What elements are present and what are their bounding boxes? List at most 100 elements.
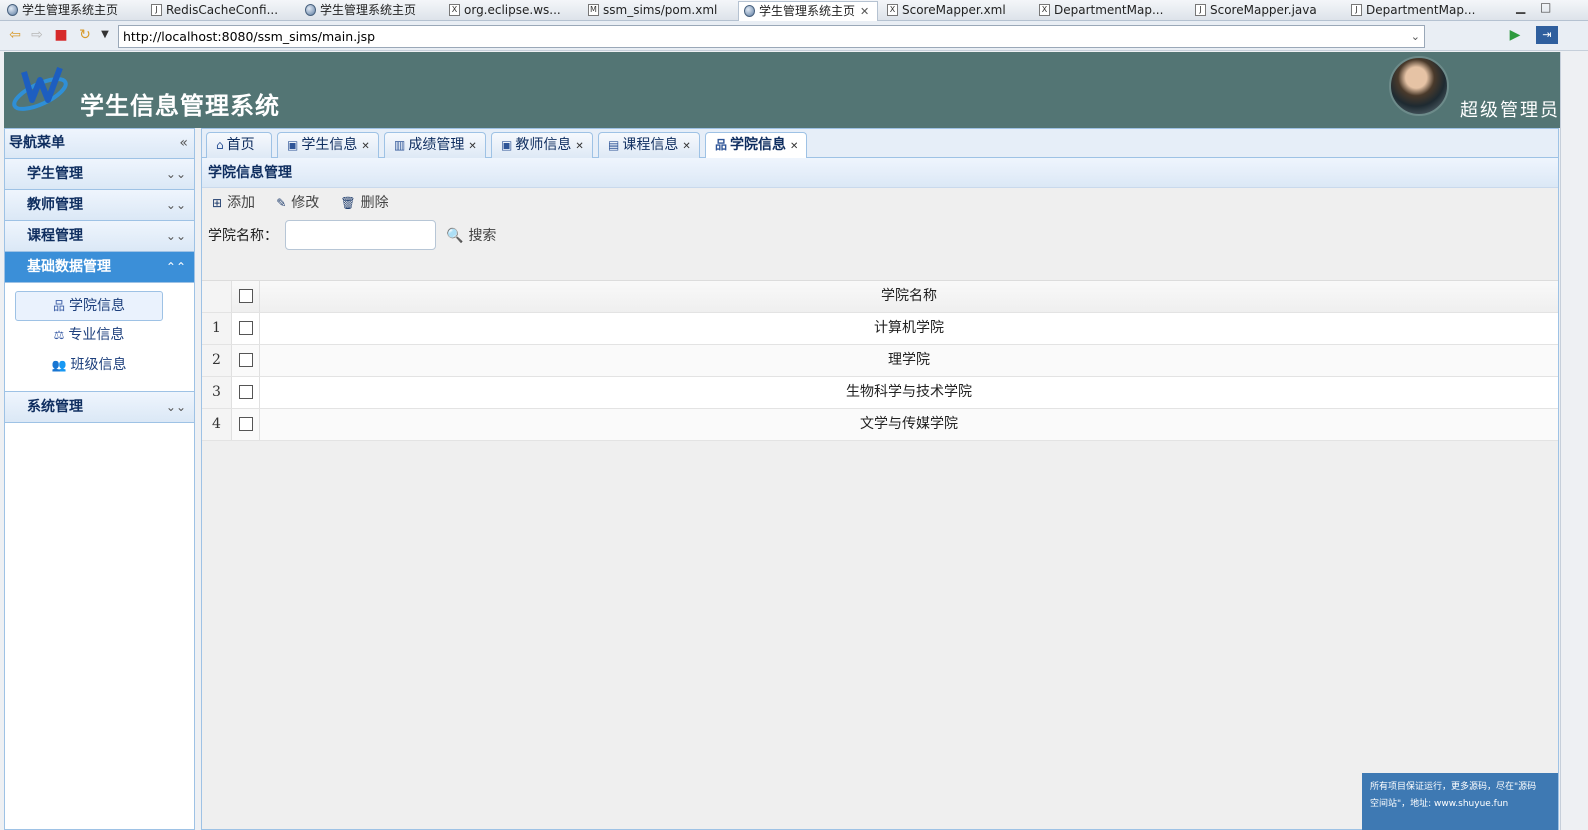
table-row[interactable]: 2 理学院 xyxy=(202,345,1558,377)
stop-icon[interactable]: ■ xyxy=(52,26,70,44)
editor-tab[interactable]: J RedisCacheConfi... xyxy=(146,1,296,21)
avatar xyxy=(1389,56,1449,116)
open-external-icon[interactable]: ⇥ xyxy=(1536,26,1558,44)
sidebar: 导航菜单 « 学生管理 ⌄⌄ 教师管理 ⌄⌄ 课程管理 ⌄⌄ 基础数据管理 ⌃⌃… xyxy=(4,128,195,830)
java-file-icon: J xyxy=(1351,4,1362,16)
edit-icon: ✎ xyxy=(276,196,287,210)
watermark-notice: 所有项目保证运行，更多源码，尽在"源码 空间站"，地址: www.shuyue.… xyxy=(1362,773,1558,830)
college-table: 学院名称 1 计算机学院 2 理学院 3 生物科学与技术学院 4 文学与传媒学院 xyxy=(202,280,1558,441)
editor-tab[interactable]: 学生管理系统主页 xyxy=(2,1,142,21)
tab-student-info[interactable]: ▣ 学生信息 ✕ xyxy=(277,132,379,159)
edit-button[interactable]: ✎ 修改 xyxy=(276,188,319,218)
window-edge xyxy=(1560,52,1588,830)
row-number: 4 xyxy=(202,409,232,440)
trash-icon: 🗑 xyxy=(340,196,356,210)
sidebar-item-teacher[interactable]: 教师管理 ⌄⌄ xyxy=(5,190,194,221)
editor-tab[interactable]: X DepartmentMap... xyxy=(1034,1,1186,21)
chevron-double-down-icon: ⌄⌄ xyxy=(165,400,186,414)
notice-line: 所有项目保证运行，更多源码，尽在"源码 xyxy=(1370,782,1537,792)
column-header-college-name[interactable]: 学院名称 xyxy=(260,281,1558,312)
bar-chart-icon: ▥ xyxy=(394,138,406,152)
tab-college-info[interactable]: 品学院信息 ✕ xyxy=(705,132,807,159)
id-card-icon: ▣ xyxy=(287,138,299,152)
select-all-checkbox[interactable] xyxy=(239,289,253,303)
checkbox-cell xyxy=(232,313,260,344)
sidebar-subitem-class[interactable]: 👥 班级信息 xyxy=(15,351,163,381)
sidebar-submenu: 品学院信息 ⚖ 专业信息 👥 班级信息 xyxy=(5,283,194,392)
college-name-input[interactable] xyxy=(285,220,436,250)
search-icon: 🔍 xyxy=(446,228,464,244)
sidebar-header: 导航菜单 « xyxy=(5,129,194,159)
row-number-header xyxy=(202,281,232,312)
table-row[interactable]: 1 计算机学院 xyxy=(202,313,1558,345)
sidebar-item-system[interactable]: 系统管理 ⌄⌄ xyxy=(5,392,194,423)
xml-file-icon: X xyxy=(887,4,898,16)
editor-tab[interactable]: X ScoreMapper.xml xyxy=(882,1,1030,21)
close-icon[interactable]: ✕ xyxy=(361,141,369,152)
sitemap-icon: 品 xyxy=(715,138,728,152)
row-number: 3 xyxy=(202,377,232,408)
refresh-icon[interactable]: ↻ xyxy=(76,26,94,44)
sidebar-subitem-college[interactable]: 品学院信息 xyxy=(15,291,163,321)
globe-icon xyxy=(744,5,755,17)
editor-tab[interactable]: Xorg.eclipse.ws... xyxy=(444,1,580,21)
browser-toolbar: ⇦ ⇨ ■ ↻ ▼ http://localhost:8080/ssm_sims… xyxy=(0,21,1588,51)
row-checkbox[interactable] xyxy=(239,353,253,367)
go-icon[interactable]: ▶ xyxy=(1506,26,1524,44)
url-bar[interactable]: http://localhost:8080/ssm_sims/main.jsp … xyxy=(118,25,1425,48)
checkbox-cell xyxy=(232,281,260,312)
sidebar-item-label: 系统管理 xyxy=(27,399,83,415)
minimize-icon[interactable]: ▁ xyxy=(1516,0,1525,14)
sidebar-item-label: 教师管理 xyxy=(27,197,83,213)
dropdown-arrow-icon[interactable]: ▼ xyxy=(96,26,114,44)
close-icon[interactable]: ✕ xyxy=(682,141,690,152)
search-button[interactable]: 🔍 搜索 xyxy=(446,225,496,245)
app-header: 学生信息管理系统 超级管理员 xyxy=(4,52,1560,128)
close-icon[interactable]: ✕ xyxy=(860,5,869,18)
tab-bar: ⌂ 首页 ▣ 学生信息 ✕ ▥ 成绩管理 ✕ ▣ 教师信息 ✕ ▤ 课程信息 ✕ 品学院信息 ✕ xyxy=(201,128,1559,159)
close-icon[interactable]: ✕ xyxy=(790,141,798,152)
xml-file-icon: X xyxy=(1039,4,1050,16)
row-checkbox[interactable] xyxy=(239,385,253,399)
sidebar-item-student[interactable]: 学生管理 ⌄⌄ xyxy=(5,159,194,190)
delete-button[interactable]: 🗑 删除 xyxy=(340,188,388,218)
editor-tab-active[interactable]: 学生管理系统主页 ✕ xyxy=(738,1,878,21)
row-checkbox[interactable] xyxy=(239,417,253,431)
add-button[interactable]: ⊞ 添加 xyxy=(212,188,255,218)
sidebar-subitem-major[interactable]: ⚖ 专业信息 xyxy=(15,321,163,351)
tab-course-info[interactable]: ▤ 课程信息 ✕ xyxy=(598,132,700,159)
checkbox-cell xyxy=(232,377,260,408)
college-name-cell: 生物科学与技术学院 xyxy=(846,384,972,400)
editor-tab[interactable]: 学生管理系统主页 xyxy=(300,1,440,21)
checkbox-cell xyxy=(232,345,260,376)
tab-teacher-info[interactable]: ▣ 教师信息 ✕ xyxy=(491,132,593,159)
editor-tab-strip: 学生管理系统主页 J RedisCacheConfi... 学生管理系统主页 Xo… xyxy=(0,0,1588,21)
table-row[interactable]: 4 文学与传媒学院 xyxy=(202,409,1558,441)
close-icon[interactable]: ✕ xyxy=(575,141,583,152)
maximize-icon[interactable]: □ xyxy=(1540,0,1551,14)
tab-score[interactable]: ▥ 成绩管理 ✕ xyxy=(384,132,486,159)
editor-tab[interactable]: J ScoreMapper.java xyxy=(1190,1,1342,21)
search-row: 学院名称： 🔍 搜索 xyxy=(202,218,1558,250)
row-number: 1 xyxy=(202,313,232,344)
sidebar-item-basic-data[interactable]: 基础数据管理 ⌃⌃ xyxy=(5,252,194,283)
system-title: 学生信息管理系统 xyxy=(80,92,280,120)
users-icon: 👥 xyxy=(51,358,67,372)
back-icon[interactable]: ⇦ xyxy=(6,26,24,44)
editor-tab[interactable]: J DepartmentMap... xyxy=(1346,1,1496,21)
sidebar-item-course[interactable]: 课程管理 ⌄⌄ xyxy=(5,221,194,252)
chevron-down-icon[interactable]: ⌄ xyxy=(1411,26,1420,47)
collapse-double-left-icon[interactable]: « xyxy=(179,129,188,158)
editor-tab[interactable]: Mssm_sims/pom.xml xyxy=(583,1,735,21)
college-panel: 学院信息管理 ⊞ 添加 ✎ 修改 🗑 删除 学院名称： 🔍 搜索 学院名称 1 计算机学… xyxy=(201,158,1559,830)
chevron-double-down-icon: ⌄⌄ xyxy=(165,198,186,212)
forward-icon[interactable]: ⇨ xyxy=(28,26,46,44)
table-row[interactable]: 3 生物科学与技术学院 xyxy=(202,377,1558,409)
row-checkbox[interactable] xyxy=(239,321,253,335)
sidebar-item-label: 基础数据管理 xyxy=(27,259,111,275)
tab-home[interactable]: ⌂ 首页 xyxy=(206,132,272,159)
checkbox-cell xyxy=(232,409,260,440)
sitemap-icon: 品 xyxy=(52,299,65,313)
balance-scale-icon: ⚖ xyxy=(53,328,65,342)
close-icon[interactable]: ✕ xyxy=(468,141,476,152)
